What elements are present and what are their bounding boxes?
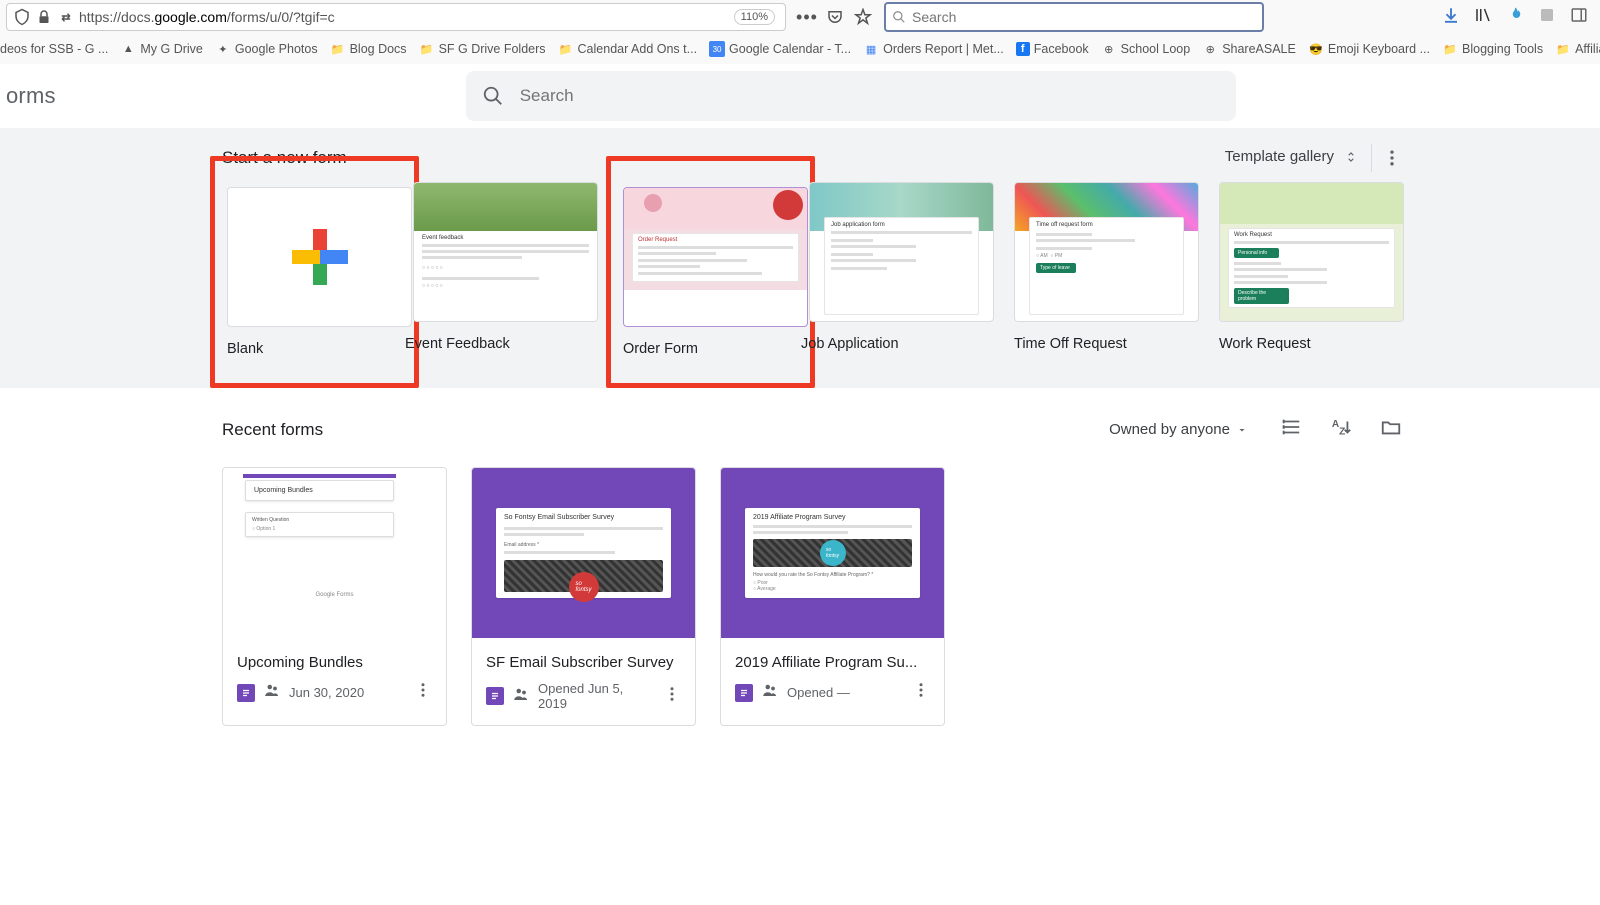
forms-badge-icon — [486, 687, 504, 705]
forms-badge-icon — [735, 684, 753, 702]
folder-icon: 📁 — [558, 41, 574, 57]
recent-form-card[interactable]: 2019 Affiliate Program Survey sofontsy H… — [720, 467, 945, 726]
bookmark-item[interactable]: ⊕ShareASALE — [1202, 41, 1296, 57]
template-label: Job Application — [801, 336, 994, 352]
library-icon[interactable] — [1474, 6, 1492, 29]
folder-icon: 📁 — [1555, 41, 1571, 57]
card-more-button[interactable] — [414, 681, 432, 704]
forms-search-input[interactable] — [520, 86, 1220, 106]
bookmark-item[interactable]: ✦Google Photos — [215, 41, 318, 57]
recent-section: Recent forms Owned by anyone AZ — [0, 388, 1600, 754]
pocket-icon[interactable] — [826, 8, 844, 26]
page-title: orms — [6, 83, 56, 109]
folder-icon: 📁 — [1442, 41, 1458, 57]
sidebar-toggle-icon[interactable] — [1570, 6, 1588, 29]
template-label: Work Request — [1219, 336, 1404, 352]
url-bar[interactable]: ⇄ https://docs.google.com/forms/u/0/?tgi… — [6, 3, 786, 31]
card-more-button[interactable] — [912, 681, 930, 704]
form-date: Jun 30, 2020 — [289, 685, 406, 700]
template-time-off[interactable]: Time off request form ○ AM ○ PM Type of … — [1014, 182, 1199, 358]
shared-icon — [263, 681, 281, 704]
highlight-annotate: Order Request Order Form — [606, 156, 815, 388]
url-text: https://docs.google.com/forms/u/0/?tgif=… — [79, 9, 730, 25]
folder-icon[interactable] — [1380, 416, 1402, 443]
zoom-badge[interactable]: 110% — [734, 9, 775, 25]
template-event-feedback[interactable]: Event feedback ○ ○ ○ ○ ○ ○ ○ ○ ○ ○ Event… — [413, 182, 598, 358]
bookmark-item[interactable]: 📁Blogging Tools — [1442, 41, 1543, 57]
globe-icon: ⊕ — [1101, 41, 1117, 57]
download-icon[interactable] — [1442, 6, 1460, 29]
bookmark-item[interactable]: 😎Emoji Keyboard ... — [1308, 41, 1430, 57]
search-icon — [892, 10, 906, 24]
forms-header: orms — [0, 64, 1600, 128]
search-icon — [482, 85, 504, 107]
template-label: Order Form — [623, 341, 798, 357]
templates-more-button[interactable] — [1382, 148, 1402, 173]
folder-icon: 📁 — [330, 41, 346, 57]
star-icon[interactable] — [854, 8, 872, 26]
form-title: Upcoming Bundles — [237, 654, 432, 671]
form-date: Opened Jun 5, 2019 — [538, 681, 655, 711]
svg-text:Z: Z — [1339, 426, 1345, 437]
bookmark-item[interactable]: 📁Calendar Add Ons t... — [558, 41, 698, 57]
browser-search-box[interactable] — [884, 2, 1264, 32]
template-work-request[interactable]: Work Request Personal info Describe the … — [1219, 182, 1404, 358]
form-date: Opened — — [787, 685, 904, 700]
bookmark-item[interactable]: ▦Orders Report | Met... — [863, 41, 1004, 57]
folder-icon: ▦ — [863, 41, 879, 57]
bookmark-item[interactable]: 📁SF G Drive Folders — [419, 41, 546, 57]
facebook-icon: f — [1016, 42, 1030, 56]
recent-form-card[interactable]: Upcoming Bundles Written Question ○ Opti… — [222, 467, 447, 726]
drive-icon: ▲ — [120, 41, 136, 57]
forms-badge-icon — [237, 684, 255, 702]
recent-form-card[interactable]: So Fontsy Email Subscriber Survey Email … — [471, 467, 696, 726]
template-label: Time Off Request — [1014, 336, 1199, 352]
bookmark-item[interactable]: 📁Affiliate Networks — [1555, 41, 1600, 57]
forms-search[interactable] — [466, 71, 1236, 121]
extension-icon[interactable] — [1538, 6, 1556, 29]
shared-icon — [512, 685, 530, 708]
permission-icon: ⇄ — [57, 8, 75, 26]
unfold-icon — [1344, 150, 1358, 164]
bookmark-item[interactable]: 📁Blog Docs — [330, 41, 407, 57]
calendar-icon: 30 — [709, 41, 725, 57]
list-view-icon[interactable] — [1280, 416, 1302, 443]
form-title: 2019 Affiliate Program Su... — [735, 654, 930, 671]
template-gallery-button[interactable]: Template gallery — [1225, 148, 1358, 165]
bookmarks-bar: deos for SSB - G ... ▲My G Drive ✦Google… — [0, 34, 1600, 64]
shared-icon — [761, 681, 779, 704]
divider — [1371, 144, 1372, 172]
templates-section: Start a new form Template gallery — [0, 128, 1600, 388]
template-label: Blank — [227, 341, 402, 357]
recent-heading: Recent forms — [222, 420, 323, 440]
globe-icon: ⊕ — [1202, 41, 1218, 57]
card-more-button[interactable] — [663, 685, 681, 708]
bookmark-item[interactable]: deos for SSB - G ... — [0, 42, 108, 56]
bookmark-item[interactable]: ⊕School Loop — [1101, 41, 1191, 57]
template-label: Event Feedback — [405, 336, 598, 352]
browser-address-bar: ⇄ https://docs.google.com/forms/u/0/?tgi… — [0, 0, 1600, 34]
browser-search-input[interactable] — [912, 9, 1256, 25]
sort-az-icon[interactable]: AZ — [1330, 416, 1352, 443]
browser-right-actions — [1442, 6, 1594, 29]
photos-icon: ✦ — [215, 41, 231, 57]
lock-icon — [35, 8, 53, 26]
chrome-actions: ••• — [798, 8, 872, 26]
more-icon[interactable]: ••• — [798, 8, 816, 26]
flame-icon[interactable] — [1506, 6, 1524, 29]
bookmark-item[interactable]: 30Google Calendar - T... — [709, 41, 851, 57]
template-order-form[interactable]: Order Request Order Form — [618, 182, 803, 358]
shield-icon — [13, 8, 31, 26]
bookmark-item[interactable]: ▲My G Drive — [120, 41, 203, 57]
owner-filter-dropdown[interactable]: Owned by anyone — [1109, 421, 1248, 438]
template-blank[interactable]: Blank — [222, 182, 407, 358]
template-job-application[interactable]: Job application form Job Application — [809, 182, 994, 358]
bookmark-item[interactable]: fFacebook — [1016, 42, 1089, 56]
form-title: SF Email Subscriber Survey — [486, 654, 681, 671]
highlight-annotate: Blank — [210, 156, 419, 388]
chevron-down-icon — [1236, 424, 1248, 436]
folder-icon: 📁 — [419, 41, 435, 57]
emoji-icon: 😎 — [1308, 41, 1324, 57]
